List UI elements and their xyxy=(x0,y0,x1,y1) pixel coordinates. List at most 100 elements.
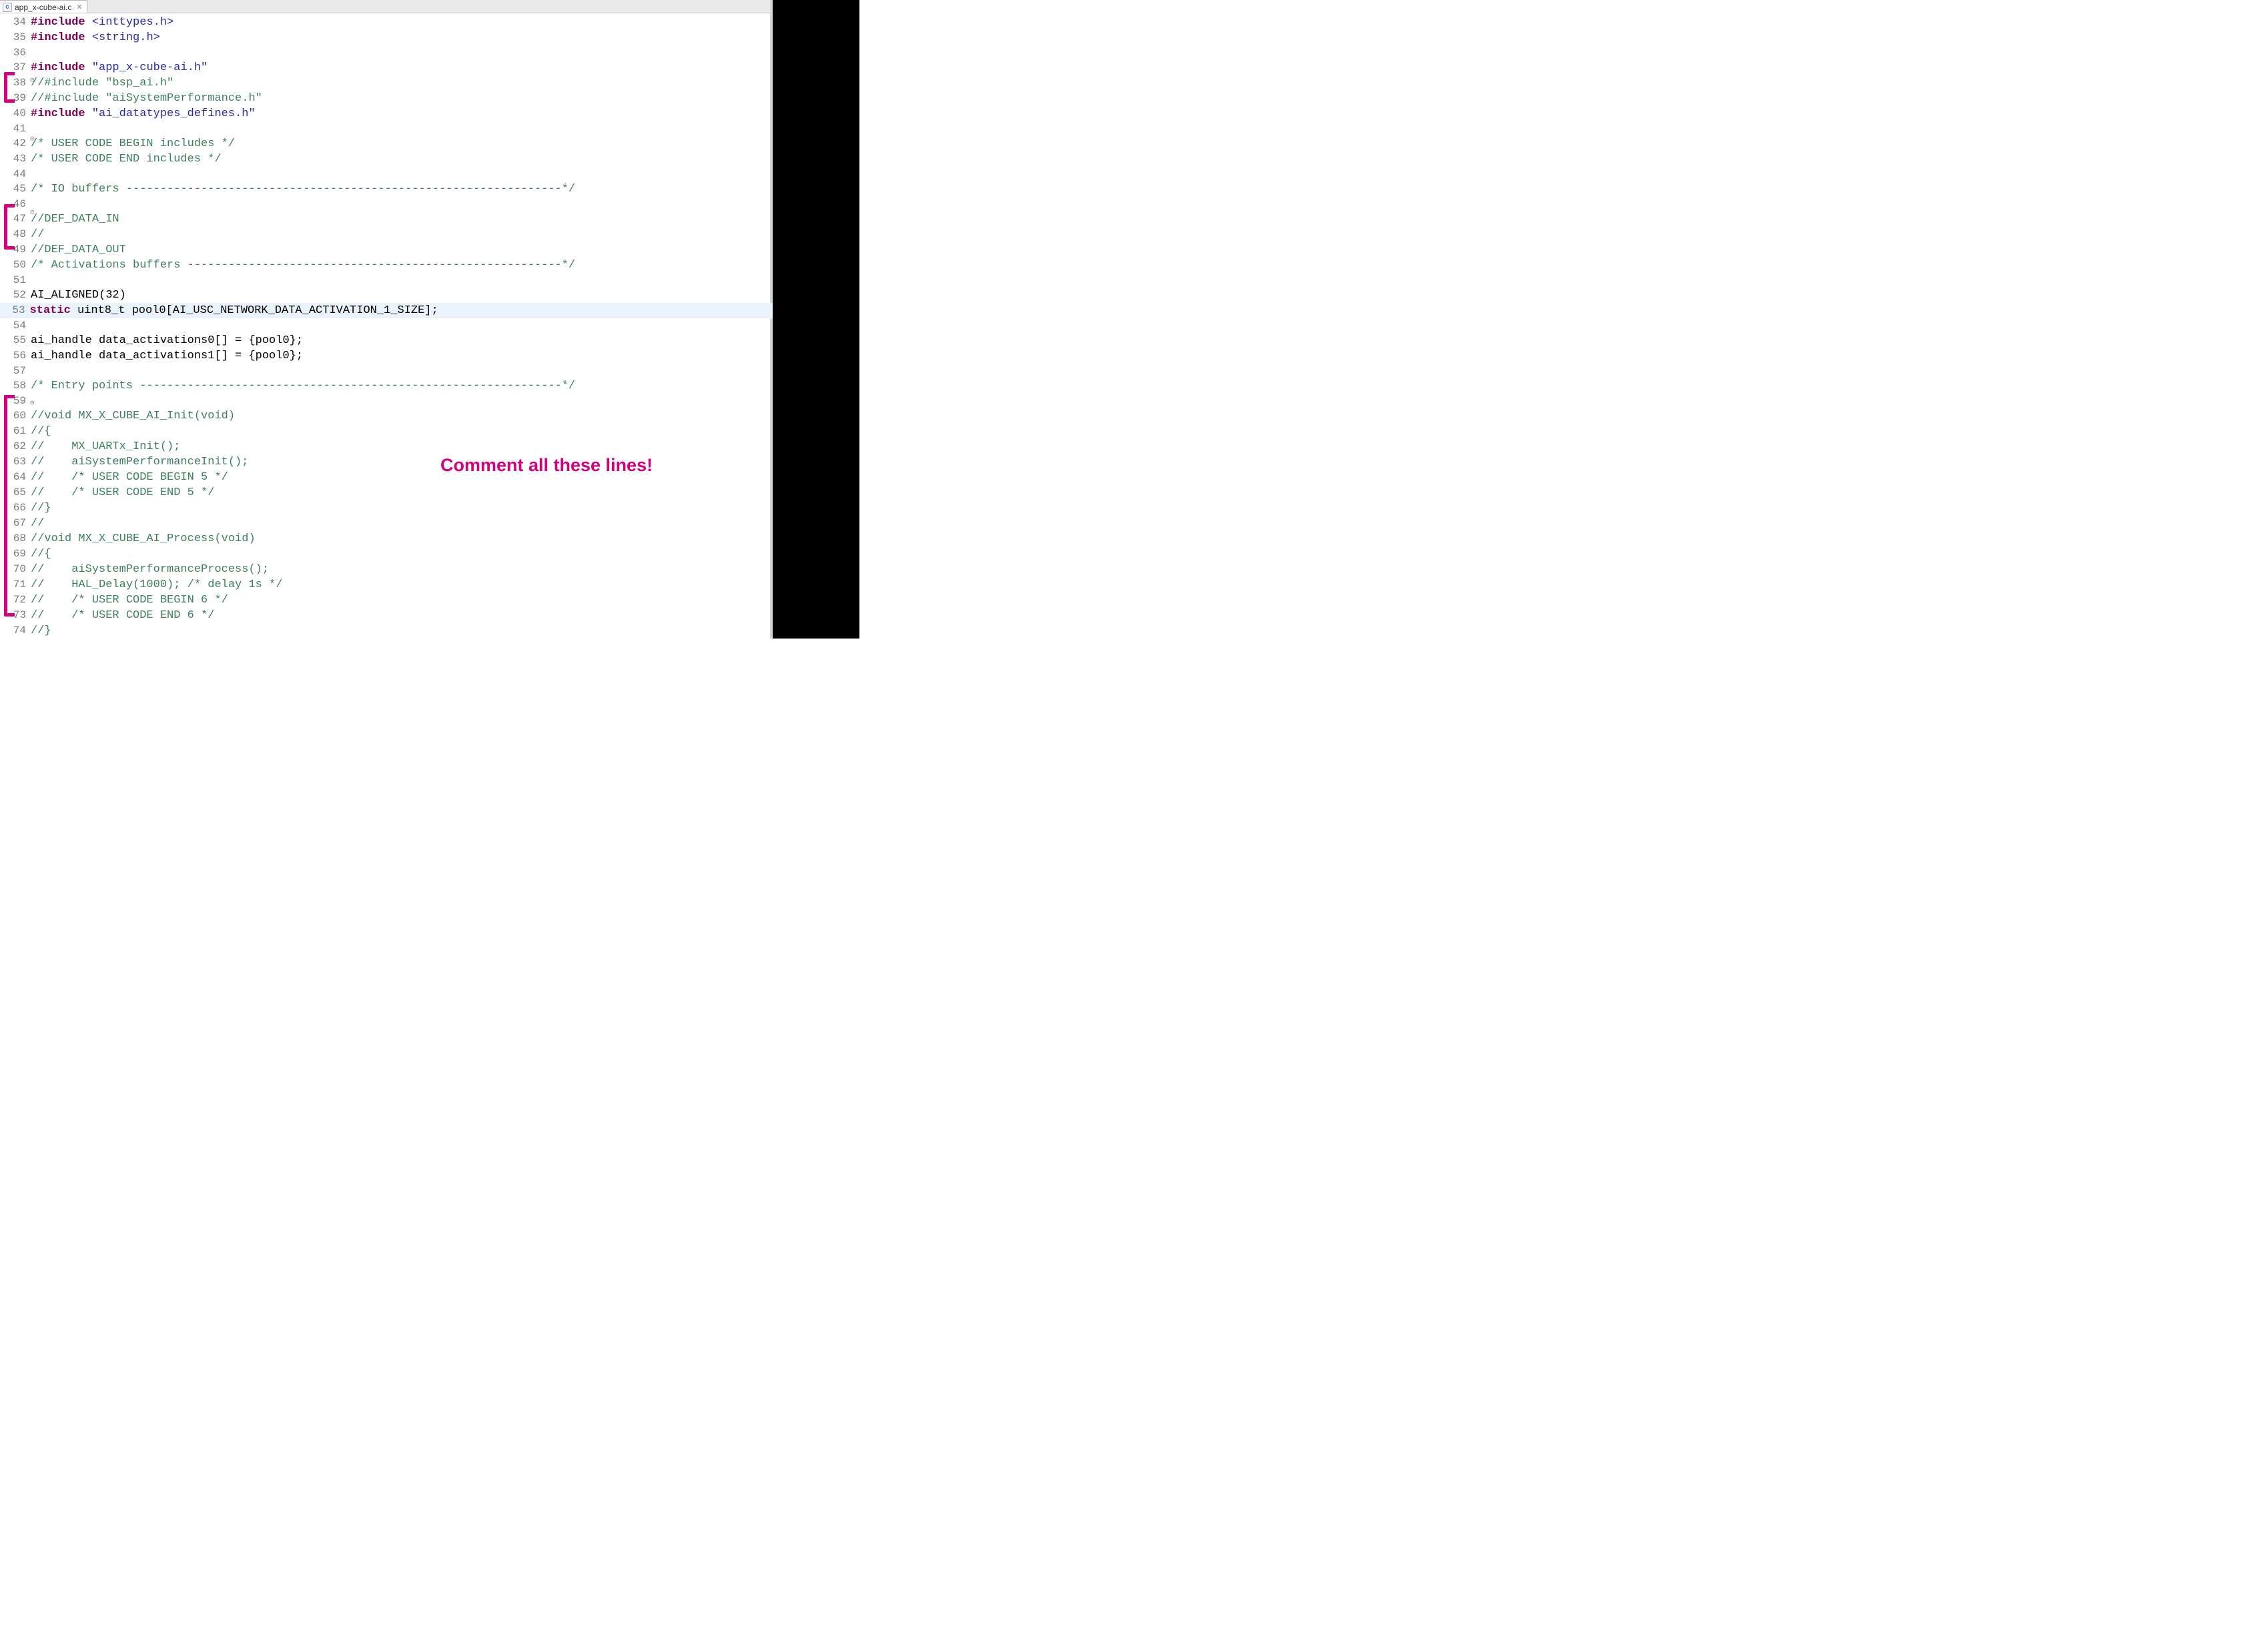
code-line[interactable]: 52AI_ALIGNED(32) xyxy=(0,288,773,303)
code-content[interactable]: // /* USER CODE BEGIN 6 */ xyxy=(29,593,228,608)
code-content[interactable]: //} xyxy=(29,501,51,516)
code-content[interactable]: ai_handle data_activations1[] = {pool0}; xyxy=(29,349,303,364)
code-line[interactable]: 55ai_handle data_activations0[] = {pool0… xyxy=(0,333,773,348)
code-line[interactable]: 35#include <string.h> xyxy=(0,30,773,45)
code-content[interactable]: //} xyxy=(29,624,51,639)
code-content[interactable]: // /* USER CODE END 6 */ xyxy=(29,608,214,623)
code-line[interactable]: 41 xyxy=(0,121,773,136)
code-line[interactable]: 54 xyxy=(0,318,773,333)
line-number: 42 xyxy=(0,136,29,151)
line-number: 43 xyxy=(0,151,29,166)
code-content[interactable]: //DEF_DATA_OUT xyxy=(29,243,126,258)
code-line[interactable]: 40#include "ai_datatypes_defines.h" xyxy=(0,106,773,121)
code-line[interactable]: 61//{ xyxy=(0,424,773,439)
code-content[interactable]: // MX_UARTx_Init(); xyxy=(29,440,180,454)
line-number: 52 xyxy=(0,288,29,302)
code-line[interactable]: 47//DEF_DATA_IN xyxy=(0,212,773,227)
code-content[interactable]: // xyxy=(29,228,44,242)
c-file-icon: c xyxy=(3,3,12,12)
code-content[interactable]: /* Entry points ------------------------… xyxy=(29,379,575,394)
line-number: 74 xyxy=(0,623,29,638)
code-content[interactable]: /* USER CODE BEGIN includes */ xyxy=(29,137,235,151)
code-content[interactable]: //#include "bsp_ai.h" xyxy=(29,76,173,91)
line-number: 56 xyxy=(0,348,29,363)
editor-tab-active[interactable]: c app_x-cube-ai.c ✕ xyxy=(0,0,87,13)
code-content[interactable]: #include "ai_datatypes_defines.h" xyxy=(29,107,256,121)
code-line[interactable]: 44 xyxy=(0,167,773,181)
code-content[interactable]: // /* USER CODE END 5 */ xyxy=(29,486,214,500)
code-content[interactable]: // aiSystemPerformanceProcess(); xyxy=(29,562,269,577)
code-line[interactable]: 37#include "app_x-cube-ai.h" xyxy=(0,60,773,75)
code-line[interactable]: 56ai_handle data_activations1[] = {pool0… xyxy=(0,348,773,364)
code-editor[interactable]: 34#include <inttypes.h>35#include <strin… xyxy=(0,13,773,639)
line-number: 54 xyxy=(0,318,29,333)
code-line[interactable]: 62// MX_UARTx_Init(); xyxy=(0,439,773,454)
right-black-panel xyxy=(773,0,859,639)
annotation-bracket xyxy=(4,395,15,616)
code-line[interactable]: 57 xyxy=(0,364,773,378)
code-content[interactable]: static uint8_t pool0[AI_USC_NETWORK_DATA… xyxy=(29,304,773,318)
fold-icon[interactable]: ⊝ xyxy=(30,75,35,85)
code-content[interactable]: /* Activations buffers -----------------… xyxy=(29,258,575,273)
code-line[interactable]: 39//#include "aiSystemPerformance.h" xyxy=(0,91,773,106)
code-line[interactable]: 70// aiSystemPerformanceProcess(); xyxy=(0,562,773,577)
line-number: 57 xyxy=(0,364,29,378)
code-content[interactable]: //DEF_DATA_IN xyxy=(29,212,119,227)
code-line[interactable]: 66//} xyxy=(0,500,773,516)
code-line[interactable]: 64// /* USER CODE BEGIN 5 */ xyxy=(0,470,773,485)
line-number: 41 xyxy=(0,121,29,136)
code-line[interactable]: 68//void MX_X_CUBE_AI_Process(void) xyxy=(0,531,773,546)
code-line[interactable]: 38//#include "bsp_ai.h" xyxy=(0,75,773,91)
code-line[interactable]: 58/* Entry points ----------------------… xyxy=(0,378,773,394)
code-content[interactable]: #include <string.h> xyxy=(29,31,160,45)
code-content[interactable]: /* USER CODE END includes */ xyxy=(29,152,222,167)
code-content[interactable]: AI_ALIGNED(32) xyxy=(29,288,126,303)
code-line[interactable]: 49//DEF_DATA_OUT xyxy=(0,242,773,258)
code-content[interactable]: // HAL_Delay(1000); /* delay 1s */ xyxy=(29,578,282,592)
code-content[interactable]: // xyxy=(29,516,44,531)
code-line[interactable]: 73// /* USER CODE END 6 */ xyxy=(0,608,773,623)
close-icon[interactable]: ✕ xyxy=(74,3,82,11)
code-line[interactable]: 69//{ xyxy=(0,546,773,562)
code-content[interactable]: // aiSystemPerformanceInit(); xyxy=(29,455,248,470)
code-line[interactable]: 63// aiSystemPerformanceInit(); xyxy=(0,454,773,470)
editor-tabbar: c app_x-cube-ai.c ✕ xyxy=(0,0,773,13)
code-line[interactable]: 34#include <inttypes.h> xyxy=(0,15,773,30)
code-line[interactable]: 59 xyxy=(0,394,773,408)
line-number: 35 xyxy=(0,30,29,45)
code-content[interactable]: /* IO buffers --------------------------… xyxy=(29,182,575,197)
code-content[interactable]: //#include "aiSystemPerformance.h" xyxy=(29,91,262,106)
code-line[interactable]: 45/* IO buffers ------------------------… xyxy=(0,181,773,197)
code-line[interactable]: 51 xyxy=(0,273,773,288)
code-line[interactable]: 43/* USER CODE END includes */ xyxy=(0,151,773,167)
code-line[interactable]: 67// xyxy=(0,516,773,531)
code-content[interactable]: //void MX_X_CUBE_AI_Process(void) xyxy=(29,532,256,546)
line-number: 55 xyxy=(0,333,29,348)
code-content[interactable]: //{ xyxy=(29,424,51,439)
line-number: 44 xyxy=(0,167,29,181)
code-line[interactable]: 72// /* USER CODE BEGIN 6 */ xyxy=(0,592,773,608)
code-line[interactable]: 65// /* USER CODE END 5 */ xyxy=(0,485,773,500)
annotation-text: Comment all these lines! xyxy=(440,455,653,476)
code-line[interactable]: 71// HAL_Delay(1000); /* delay 1s */ xyxy=(0,577,773,592)
code-line[interactable]: 74//} xyxy=(0,623,773,639)
line-number: 53 xyxy=(0,303,29,318)
code-content[interactable]: ai_handle data_activations0[] = {pool0}; xyxy=(29,334,303,348)
code-content[interactable]: #include "app_x-cube-ai.h" xyxy=(29,61,208,75)
code-line[interactable]: 60//void MX_X_CUBE_AI_Init(void) xyxy=(0,408,773,424)
code-content[interactable]: //void MX_X_CUBE_AI_Init(void) xyxy=(29,409,235,424)
code-content[interactable]: //{ xyxy=(29,547,51,562)
code-line[interactable]: 36 xyxy=(0,45,773,60)
code-line[interactable]: 53static uint8_t pool0[AI_USC_NETWORK_DA… xyxy=(0,303,773,318)
code-line[interactable]: 46 xyxy=(0,197,773,212)
line-number: 50 xyxy=(0,258,29,272)
fold-icon[interactable]: ⊝ xyxy=(30,398,35,408)
code-content[interactable]: // /* USER CODE BEGIN 5 */ xyxy=(29,470,228,485)
fold-icon[interactable]: ⊝ xyxy=(30,134,35,143)
line-number: 58 xyxy=(0,378,29,393)
code-content[interactable]: #include <inttypes.h> xyxy=(29,15,173,30)
code-line[interactable]: 42/* USER CODE BEGIN includes */ xyxy=(0,136,773,151)
code-line[interactable]: 50/* Activations buffers ---------------… xyxy=(0,258,773,273)
code-line[interactable]: 48// xyxy=(0,227,773,242)
fold-icon[interactable]: ⊝ xyxy=(30,208,35,217)
